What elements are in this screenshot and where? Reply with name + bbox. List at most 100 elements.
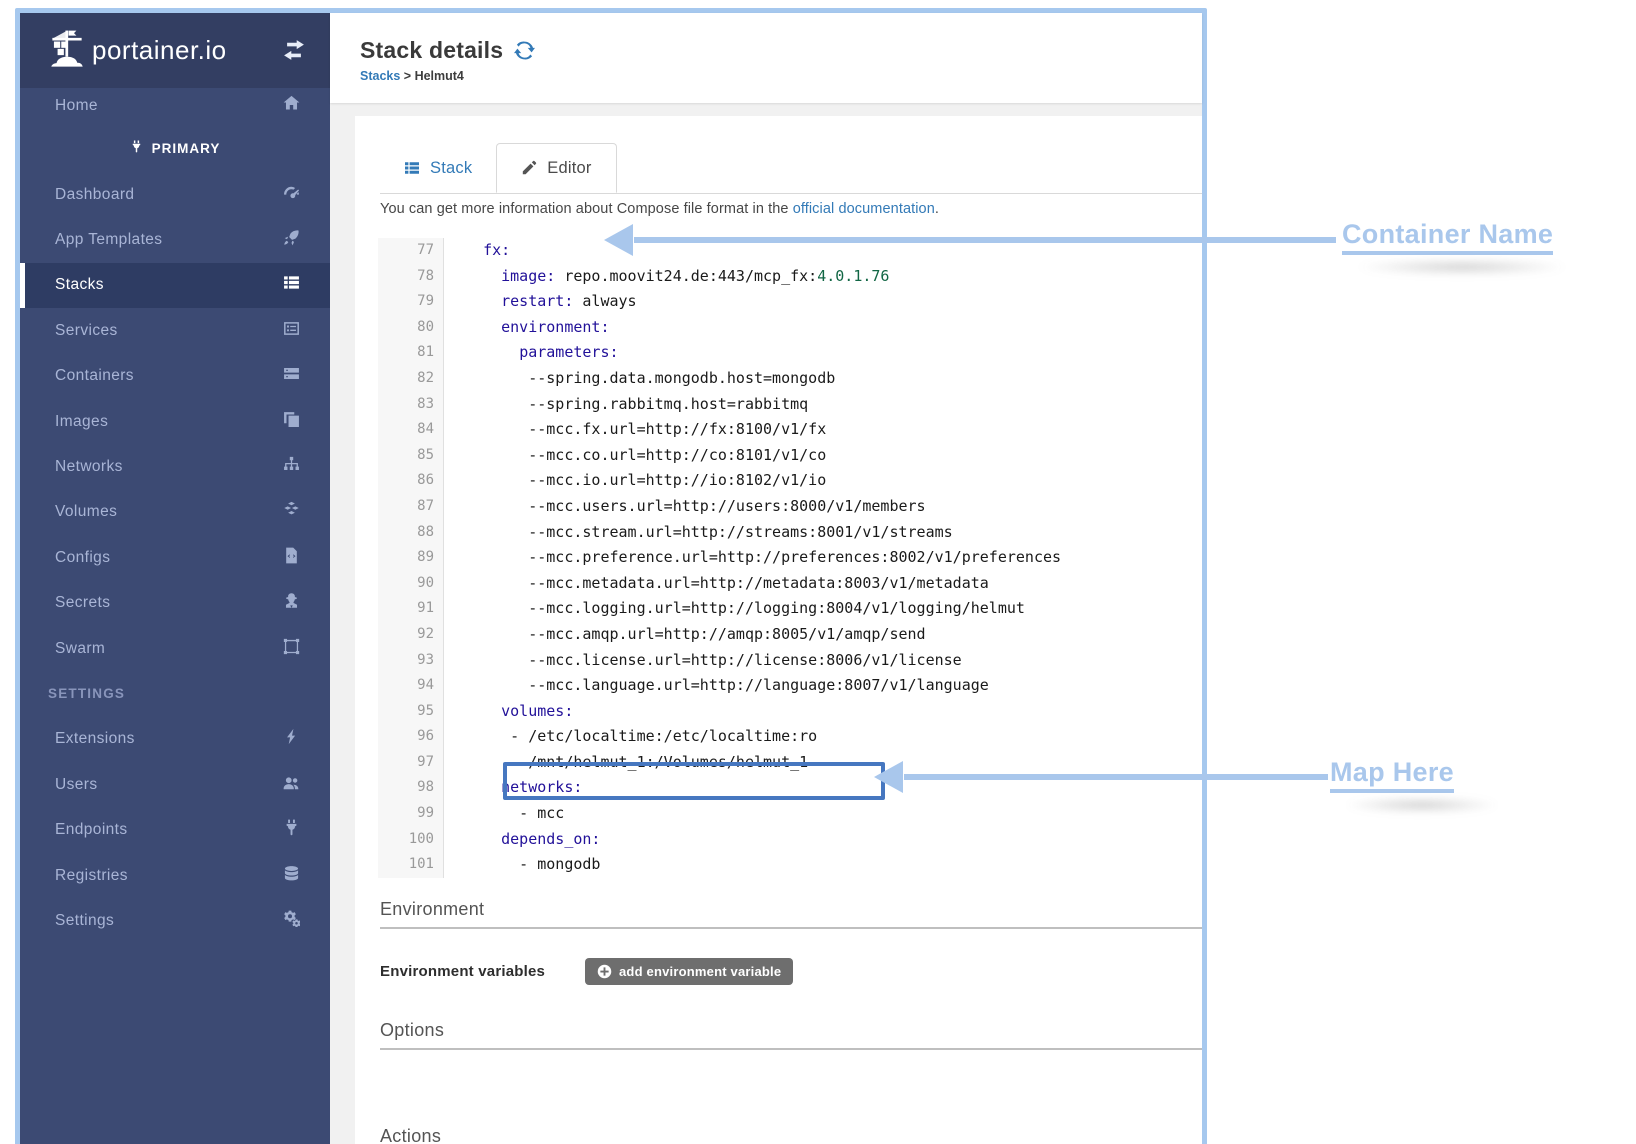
sidebar-item-label: Stacks [55,276,280,294]
sidebar-menu: HomePRIMARYDashboardApp TemplatesStacksS… [20,88,330,944]
logo-text: portainer.io [92,35,282,66]
compose-info-text: You can get more information about Compo… [380,201,939,217]
bolt-icon [280,728,302,750]
sidebar-item-stacks[interactable]: Stacks [20,263,330,308]
code-text: --mcc.users.url=http://users:8000/v1/mem… [444,494,926,520]
sidebar-item-label: Services [55,322,280,340]
container-name-annotation-shadow [1358,259,1566,275]
sidebar-item-endpoints[interactable]: Endpoints [20,807,330,852]
breadcrumb-stacks-link[interactable]: Stacks [360,69,400,83]
sidebar-item-networks[interactable]: Networks [20,444,330,489]
line-number: 95 [378,699,444,725]
code-line[interactable]: 84 --mcc.fx.url=http://fx:8100/v1/fx [378,417,1178,443]
sidebar-item-images[interactable]: Images [20,399,330,444]
code-line[interactable]: 85 --mcc.co.url=http://co:8101/v1/co [378,443,1178,469]
code-line[interactable]: 88 --mcc.stream.url=http://streams:8001/… [378,520,1178,546]
portainer-logo-icon [44,29,90,75]
sidebar-item-extensions[interactable]: Extensions [20,717,330,762]
home-icon [280,95,302,117]
code-text: --mcc.fx.url=http://fx:8100/v1/fx [444,417,826,443]
database-icon [280,865,302,887]
sidebar-item-secrets[interactable]: Secrets [20,581,330,626]
users-icon [280,774,302,796]
tab-label: Stack [430,159,472,178]
sidebar-item-users[interactable]: Users [20,762,330,807]
code-line[interactable]: 81 parameters: [378,340,1178,366]
add-environment-variable-button[interactable]: add environment variable [585,958,793,985]
environment-section-divider [380,927,1202,929]
add-environment-variable-label: add environment variable [619,964,781,979]
code-line[interactable]: 95 volumes: [378,699,1178,725]
sidebar-item-label: Extensions [55,730,280,748]
refresh-icon[interactable] [514,40,536,62]
code-line[interactable]: 93 --mcc.license.url=http://license:8006… [378,648,1178,674]
code-line[interactable]: 96 - /etc/localtime:/etc/localtime:ro [378,724,1178,750]
line-number: 85 [378,443,444,469]
line-number: 91 [378,596,444,622]
cogs-icon [280,910,302,932]
code-text: --mcc.language.url=http://language:8007/… [444,673,989,699]
code-line[interactable]: 80 environment: [378,315,1178,341]
code-text: --mcc.logging.url=http://logging:8004/v1… [444,596,1025,622]
compose-info-prefix: You can get more information about Compo… [380,201,793,217]
code-text: - /etc/localtime:/etc/localtime:ro [444,724,817,750]
code-line[interactable]: 92 --mcc.amqp.url=http://amqp:8005/v1/am… [378,622,1178,648]
sidebar-item-dashboard[interactable]: Dashboard [20,172,330,217]
line-number: 100 [378,827,444,853]
tab-label: Editor [547,159,591,178]
code-line[interactable]: 91 --mcc.logging.url=http://logging:8004… [378,596,1178,622]
code-text: --mcc.io.url=http://io:8102/v1/io [444,468,826,494]
sidebar-item-volumes[interactable]: Volumes [20,490,330,535]
code-line[interactable]: 100 depends_on: [378,827,1178,853]
sidebar-section-settings: SETTINGS [20,671,330,716]
line-number: 93 [378,648,444,674]
code-line[interactable]: 99 - mcc [378,801,1178,827]
code-line[interactable]: 89 --mcc.preference.url=http://preferenc… [378,545,1178,571]
page-title: Stack details [360,37,503,64]
line-number: 77 [378,238,444,264]
sidebar-item-registries[interactable]: Registries [20,853,330,898]
line-number: 87 [378,494,444,520]
list-alt-icon [280,320,302,342]
sidebar-item-configs[interactable]: Configs [20,535,330,580]
line-number: 81 [378,340,444,366]
code-line[interactable]: 86 --mcc.io.url=http://io:8102/v1/io [378,468,1178,494]
code-line[interactable]: 87 --mcc.users.url=http://users:8000/v1/… [378,494,1178,520]
sidebar-item-label: Home [55,97,280,115]
user-secret-icon [280,592,302,614]
file-code-icon [280,547,302,569]
code-text: --spring.data.mongodb.host=mongodb [444,366,835,392]
line-number: 99 [378,801,444,827]
code-text: volumes: [444,699,573,725]
code-line[interactable]: 90 --mcc.metadata.url=http://metadata:80… [378,571,1178,597]
code-text: --mcc.stream.url=http://streams:8001/v1/… [444,520,953,546]
tab-stack[interactable]: Stack [380,143,496,193]
code-line[interactable]: 94 --mcc.language.url=http://language:80… [378,673,1178,699]
sidebar-item-settings[interactable]: Settings [20,898,330,943]
sidebar-item-containers[interactable]: Containers [20,354,330,399]
sitemap-icon [280,456,302,478]
code-line[interactable]: 82 --spring.data.mongodb.host=mongodb [378,366,1178,392]
code-text: restart: always [444,289,637,315]
official-documentation-link[interactable]: official documentation [793,201,935,217]
code-text: --mcc.amqp.url=http://amqp:8005/v1/amqp/… [444,622,926,648]
line-number: 89 [378,545,444,571]
sidebar-item-home[interactable]: Home [20,88,330,124]
sidebar-item-services[interactable]: Services [20,308,330,353]
rocket-icon [280,229,302,251]
code-line[interactable]: 79 restart: always [378,289,1178,315]
code-line[interactable]: 83 --spring.rabbitmq.host=rabbitmq [378,392,1178,418]
line-number: 79 [378,289,444,315]
sidebar-item-label: Users [55,776,280,794]
copy-icon [280,411,302,433]
code-line[interactable]: 78 image: repo.moovit24.de:443/mcp_fx:4.… [378,264,1178,290]
line-number: 90 [378,571,444,597]
sidebar-item-swarm[interactable]: Swarm [20,626,330,671]
collapse-sidebar-icon[interactable] [282,38,308,64]
screenshot-canvas: portainer.io HomePRIMARYDashboardApp Tem… [0,0,1636,1144]
tab-editor[interactable]: Editor [496,143,616,193]
networks-highlight-box [503,762,885,800]
code-text: - mcc [444,801,564,827]
code-line[interactable]: 101 - mongodb [378,852,1178,878]
sidebar-item-app-templates[interactable]: App Templates [20,217,330,262]
